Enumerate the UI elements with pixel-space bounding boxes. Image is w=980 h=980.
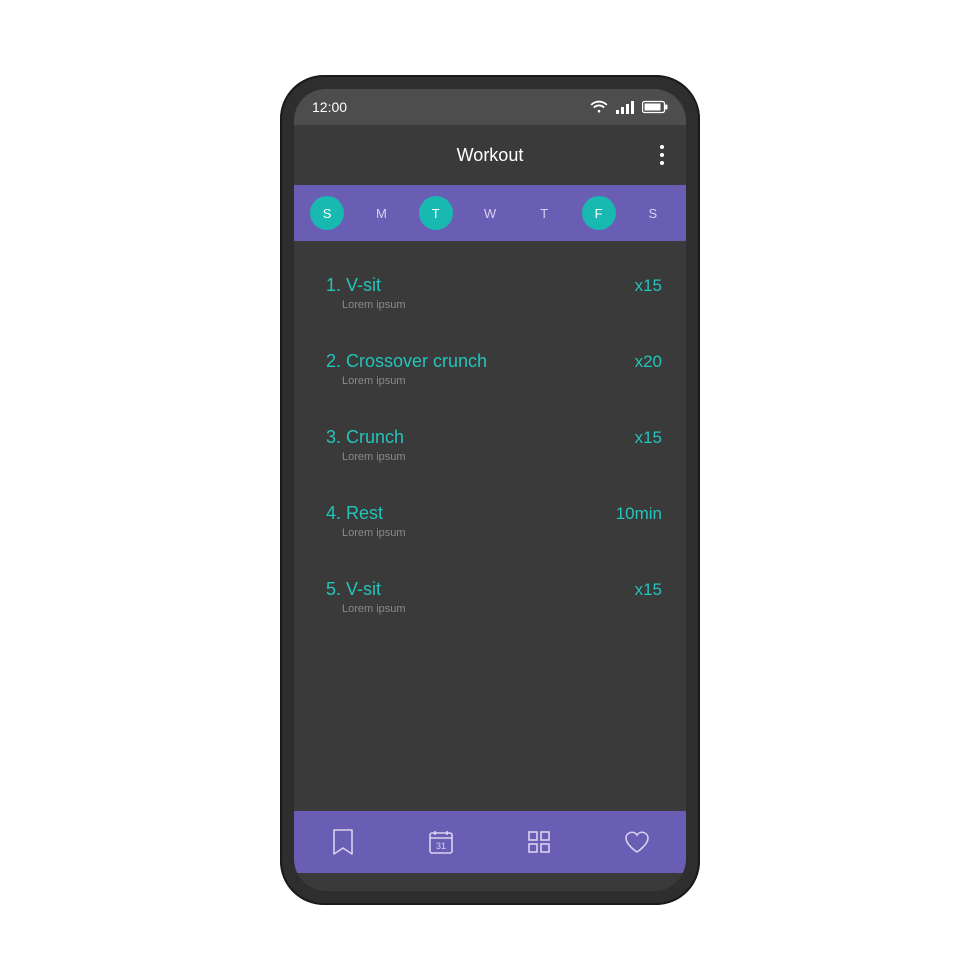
exercise-title: 5. V-sit xyxy=(326,579,381,600)
exercise-item[interactable]: 2. Crossover crunch x20 Lorem ipsum xyxy=(326,337,662,413)
exercise-title: 3. Crunch xyxy=(326,427,404,448)
exercise-row: 4. Rest 10min xyxy=(326,503,662,524)
calendar-icon: 31 xyxy=(428,829,454,855)
day-button-2[interactable]: T xyxy=(419,196,453,230)
day-button-1[interactable]: M xyxy=(364,196,398,230)
favorite-button[interactable] xyxy=(615,820,659,864)
day-button-4[interactable]: T xyxy=(527,196,561,230)
phone-screen: 12:00 Workout SMTWTFS 1. V-sitx15Lorem i… xyxy=(294,89,686,891)
exercise-row: 3. Crunch x15 xyxy=(326,427,662,448)
home-indicator-area xyxy=(294,873,686,891)
day-button-0[interactable]: S xyxy=(310,196,344,230)
status-bar: 12:00 xyxy=(294,89,686,125)
day-button-3[interactable]: W xyxy=(473,196,507,230)
battery-icon xyxy=(642,100,668,114)
exercise-subtitle: Lorem ipsum xyxy=(342,375,662,387)
calendar-day-label: 31 xyxy=(436,841,446,851)
bottom-nav: 31 xyxy=(294,811,686,873)
exercise-reps: x15 xyxy=(635,428,662,448)
day-button-5[interactable]: F xyxy=(582,196,616,230)
heart-icon xyxy=(623,830,651,854)
exercise-item[interactable]: 3. Crunch x15 Lorem ipsum xyxy=(326,413,662,489)
calendar-button[interactable]: 31 xyxy=(419,820,463,864)
exercise-reps: 10min xyxy=(616,504,662,524)
exercise-subtitle: Lorem ipsum xyxy=(342,527,662,539)
bookmark-button[interactable] xyxy=(321,820,365,864)
page-title: Workout xyxy=(457,145,524,166)
bookmark-icon xyxy=(332,829,354,855)
exercise-subtitle: Lorem ipsum xyxy=(342,299,662,311)
exercise-reps: x15 xyxy=(635,580,662,600)
grid-icon xyxy=(527,830,551,854)
status-icons xyxy=(590,100,668,114)
exercise-title: 1. V-sit xyxy=(326,275,381,296)
exercise-row: 5. V-sit x15 xyxy=(326,579,662,600)
status-time: 12:00 xyxy=(312,99,347,115)
exercise-reps: x15 xyxy=(635,276,662,296)
grid-button[interactable] xyxy=(517,820,561,864)
exercise-subtitle: Lorem ipsum xyxy=(342,603,662,615)
exercise-item[interactable]: 4. Rest 10min Lorem ipsum xyxy=(326,489,662,565)
exercise-title: 4. Rest xyxy=(326,503,383,524)
day-button-6[interactable]: S xyxy=(636,196,670,230)
signal-icon xyxy=(616,100,634,114)
app-header: Workout xyxy=(294,125,686,185)
exercise-row: 1. V-sit x15 xyxy=(326,275,662,296)
exercise-subtitle: Lorem ipsum xyxy=(342,451,662,463)
days-selector: SMTWTFS xyxy=(294,185,686,241)
exercise-list: 1. V-sitx15Lorem ipsum2. Crossover crunc… xyxy=(294,241,686,811)
more-menu-button[interactable] xyxy=(660,145,664,165)
exercise-reps: x20 xyxy=(635,352,662,372)
exercise-item[interactable]: 1. V-sit x15 Lorem ipsum xyxy=(326,261,662,337)
exercise-title: 2. Crossover crunch xyxy=(326,351,487,372)
exercise-row: 2. Crossover crunch x20 xyxy=(326,351,662,372)
exercise-item[interactable]: 5. V-sit x15 Lorem ipsum xyxy=(326,565,662,641)
phone-frame: 12:00 Workout SMTWTFS 1. V-sitx15Lorem i… xyxy=(280,75,700,905)
wifi-icon xyxy=(590,100,608,114)
